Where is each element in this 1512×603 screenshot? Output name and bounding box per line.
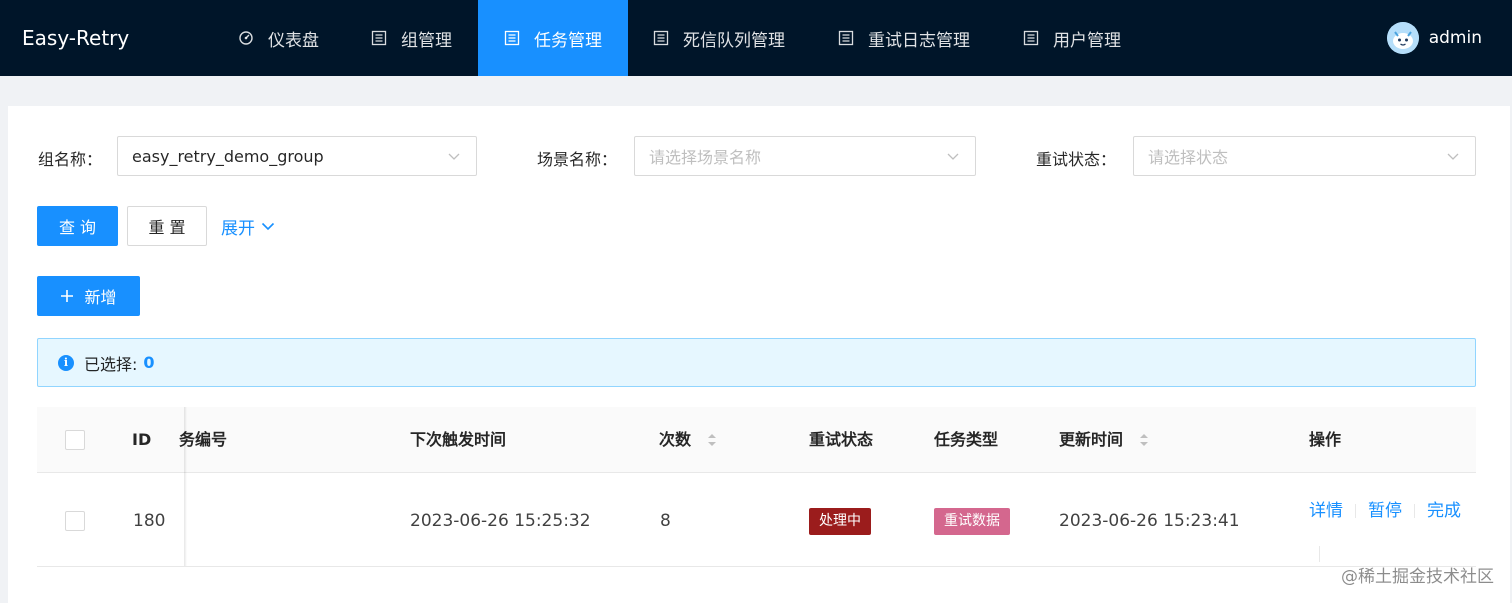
chevron-down-icon xyxy=(1447,153,1459,160)
column-header-next-trigger: 下次触发时间 xyxy=(410,430,507,449)
top-navbar: Easy-Retry 仪表盘 组管理 任务管理 死信队列管理 重试日志管理 用户… xyxy=(0,0,1512,76)
column-header-count[interactable]: 次数 xyxy=(659,407,717,473)
select-all-checkbox[interactable] xyxy=(65,430,85,450)
selection-alert: i 已选择: 0 xyxy=(37,338,1476,387)
cell-id: 180 xyxy=(133,511,166,531)
column-header-task-type: 任务类型 xyxy=(934,430,999,449)
scene-filter-label: 场景名称： xyxy=(537,150,618,169)
cell-count: 8 xyxy=(660,511,671,531)
fixed-column-shadow xyxy=(184,407,187,474)
nav-item-label: 仪表盘 xyxy=(268,30,319,51)
chevron-down-icon xyxy=(947,153,959,160)
add-button[interactable]: 新增 xyxy=(37,276,140,316)
watermark: @稀土掘金技术社区 xyxy=(1341,567,1494,587)
reset-button[interactable]: 重 置 xyxy=(127,206,207,246)
finish-link[interactable]: 完成 xyxy=(1427,501,1461,521)
nav-item-label: 重试日志管理 xyxy=(868,30,970,51)
user-name: admin xyxy=(1428,28,1482,48)
list-icon xyxy=(504,30,520,46)
nav-item-label: 组管理 xyxy=(401,30,452,51)
task-type-badge: 重试数据 xyxy=(934,508,1010,535)
group-filter-label: 组名称： xyxy=(38,150,103,169)
plus-icon xyxy=(61,290,74,302)
pause-link[interactable]: 暂停 xyxy=(1368,501,1402,521)
app-logo[interactable]: Easy-Retry xyxy=(22,0,129,76)
column-header-id: ID xyxy=(132,430,152,449)
detail-link[interactable]: 详情 xyxy=(1309,501,1343,521)
user-menu[interactable]: admin xyxy=(1386,0,1482,76)
chevron-down-icon xyxy=(261,222,275,231)
status-select-placeholder: 请选择状态 xyxy=(1148,148,1229,167)
avatar-icon xyxy=(1386,22,1419,54)
table-row: 180 2023-06-26 15:25:32 8 处理中 重试数据 2023-… xyxy=(37,474,1476,567)
dashboard-icon xyxy=(239,31,253,45)
divider xyxy=(1355,504,1356,518)
sort-icon[interactable] xyxy=(707,432,717,448)
nav-item-groups[interactable]: 组管理 xyxy=(355,0,473,76)
nav-item-label: 任务管理 xyxy=(534,30,602,51)
cell-updated: 2023-06-26 15:23:41 xyxy=(1059,511,1240,531)
column-header-updated-label: 更新时间 xyxy=(1059,430,1124,449)
nav-item-retry-log[interactable]: 重试日志管理 xyxy=(822,0,994,76)
selection-label: 已选择: xyxy=(84,354,138,374)
column-header-count-label: 次数 xyxy=(659,430,692,449)
table-header: ID 务编号 下次触发时间 次数 重试状态 任务类型 更新时间 操作 xyxy=(37,407,1476,473)
column-header-updated[interactable]: 更新时间 xyxy=(1059,407,1149,473)
info-icon: i xyxy=(58,354,74,371)
status-badge: 处理中 xyxy=(809,508,871,535)
scene-select-placeholder: 请选择场景名称 xyxy=(649,148,762,167)
status-select[interactable]: 请选择状态 xyxy=(1133,136,1476,176)
status-filter-label: 重试状态： xyxy=(1036,150,1117,169)
column-header-actions: 操作 xyxy=(1309,430,1342,449)
divider xyxy=(1414,504,1415,518)
list-icon xyxy=(653,30,669,46)
group-select[interactable]: easy_retry_demo_group xyxy=(117,136,477,176)
add-button-label: 新增 xyxy=(84,288,117,307)
nav-item-dead-letter[interactable]: 死信队列管理 xyxy=(636,0,808,76)
scene-select[interactable]: 请选择场景名称 xyxy=(634,136,976,176)
sort-icon[interactable] xyxy=(1139,432,1149,448)
cell-next-trigger: 2023-06-26 15:25:32 xyxy=(410,511,591,531)
group-select-value: easy_retry_demo_group xyxy=(132,146,324,166)
fixed-column-shadow xyxy=(184,474,187,566)
nav-item-dashboard[interactable]: 仪表盘 xyxy=(222,0,346,76)
chevron-down-icon xyxy=(448,153,460,160)
list-icon xyxy=(1023,30,1039,46)
divider xyxy=(1319,546,1320,562)
avatar[interactable] xyxy=(1386,22,1419,54)
expand-toggle[interactable]: 展开 xyxy=(221,206,275,246)
list-icon xyxy=(838,30,854,46)
nav-item-label: 用户管理 xyxy=(1053,30,1121,51)
row-checkbox[interactable] xyxy=(65,511,85,531)
row-actions: 详情 暂停 完成 xyxy=(1309,496,1461,562)
nav-item-label: 死信队列管理 xyxy=(683,30,785,51)
query-button[interactable]: 查 询 xyxy=(37,206,118,246)
selection-count[interactable]: 0 xyxy=(143,353,154,372)
expand-label: 展开 xyxy=(221,218,255,239)
nav-item-users[interactable]: 用户管理 xyxy=(1006,0,1146,76)
list-icon xyxy=(371,30,387,46)
column-header-retry-status: 重试状态 xyxy=(809,430,874,449)
nav-item-tasks[interactable]: 任务管理 xyxy=(478,0,628,76)
